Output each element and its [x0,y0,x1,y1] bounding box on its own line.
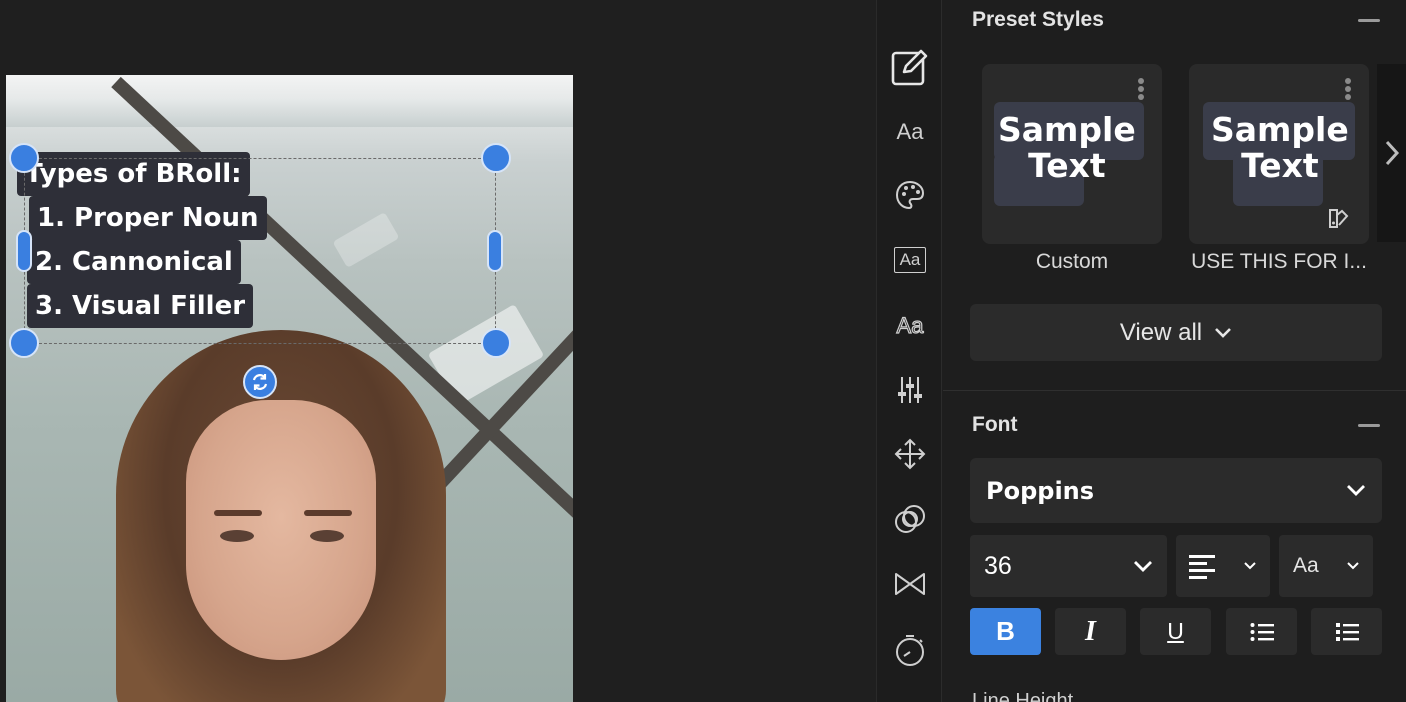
chevron-down-icon [1215,327,1232,338]
preset-card-use-this[interactable]: Sample Text [1189,64,1369,244]
text-box-tool[interactable]: Aa [890,240,930,280]
text-style-tool[interactable]: Aa [890,306,930,346]
align-left-icon [1189,555,1215,579]
kebab-menu-icon[interactable] [1138,78,1144,100]
chevron-right-icon [1385,140,1399,166]
numbered-list-icon [1335,622,1359,641]
resize-handle-bottom-left[interactable] [9,328,39,358]
bullet-list-button[interactable] [1226,608,1297,655]
font-size-select[interactable]: 36 [970,535,1167,597]
palette-icon [895,180,925,210]
resize-handle-bottom-right[interactable] [481,328,511,358]
rotate-handle[interactable] [243,365,277,399]
font-size-value: 36 [984,551,1012,580]
chevron-down-icon [1134,560,1152,572]
bullet-list-icon [1250,622,1274,641]
preset-styles-title: Preset Styles [972,8,1104,31]
app-root: Types of BRoll: 1. Proper Noun 2. Cannon… [0,0,1406,702]
person-face [186,400,376,660]
text-tool[interactable]: Aa [890,112,930,152]
edit-tool[interactable] [890,47,930,87]
font-family-select[interactable]: Poppins [970,458,1382,523]
timer-icon [896,635,924,666]
video-person [116,330,446,702]
text-case-value: Aa [1293,554,1319,577]
preset-styles-collapse-button[interactable] [1358,19,1380,22]
line-height-label: Line Height [972,690,1074,702]
italic-button[interactable]: I [1055,608,1126,655]
selection-box [24,158,496,344]
color-tool[interactable] [890,175,930,215]
resize-handle-top-right[interactable] [481,143,511,173]
transition-icon [895,573,925,595]
font-family-value: Poppins [986,476,1095,505]
text-icon: Aa [896,119,924,144]
section-divider [943,390,1406,391]
view-all-button[interactable]: View all [970,304,1382,361]
adjust-tool[interactable] [890,370,930,410]
chevron-down-icon [1244,562,1256,570]
person-brow [214,510,262,516]
transition-tool[interactable] [890,564,930,604]
resize-handle-right[interactable] [487,230,503,272]
text-style-icon: Aa [896,312,924,338]
italic-icon: I [1085,615,1096,647]
tool-rail: Aa Aa Aa [876,0,942,702]
text-box-icon: Aa [894,247,926,273]
numbered-list-button[interactable] [1311,608,1382,655]
font-collapse-button[interactable] [1358,424,1380,427]
person-brow [304,510,352,516]
preset-sample: Sample Text [1203,102,1355,207]
text-align-select[interactable] [1176,535,1270,597]
resize-handle-left[interactable] [16,230,32,272]
kebab-menu-icon[interactable] [1345,78,1351,100]
rotate-icon [252,374,268,390]
resize-handle-top-left[interactable] [9,143,39,173]
person-eye [310,530,344,542]
canvas-area: Types of BRoll: 1. Proper Noun 2. Cannon… [0,0,876,702]
underline-button[interactable]: U [1140,608,1211,655]
blend-icon [895,505,925,533]
preset-sample: Sample Text [994,102,1144,207]
chevron-down-icon [1347,485,1365,496]
text-case-select[interactable]: Aa [1279,535,1373,597]
brand-style-icon [1329,209,1349,228]
font-section-title: Font [972,413,1018,436]
timer-tool[interactable] [890,630,930,670]
underline-icon: U [1167,618,1184,644]
blend-tool[interactable] [890,499,930,539]
preset-card-custom[interactable]: Sample Text [982,64,1162,244]
preset-label: USE THIS FOR I... [1191,250,1367,273]
video-ceiling [6,97,573,127]
sliders-icon [898,377,922,403]
move-tool[interactable] [890,434,930,474]
properties-panel: Preset Styles Sample Text Custom Sample … [943,0,1406,702]
preset-sample-text: Sample Text [1211,110,1349,185]
bold-button[interactable]: B [970,608,1041,655]
move-icon [894,438,926,470]
preset-sample-text: Sample Text [998,110,1136,185]
preset-next-button[interactable] [1377,64,1406,242]
bold-icon: B [996,616,1015,646]
view-all-label: View all [1119,318,1203,346]
edit-icon [891,49,928,86]
chevron-down-icon [1347,562,1359,570]
person-eye [220,530,254,542]
preset-label: Custom [1035,250,1109,273]
